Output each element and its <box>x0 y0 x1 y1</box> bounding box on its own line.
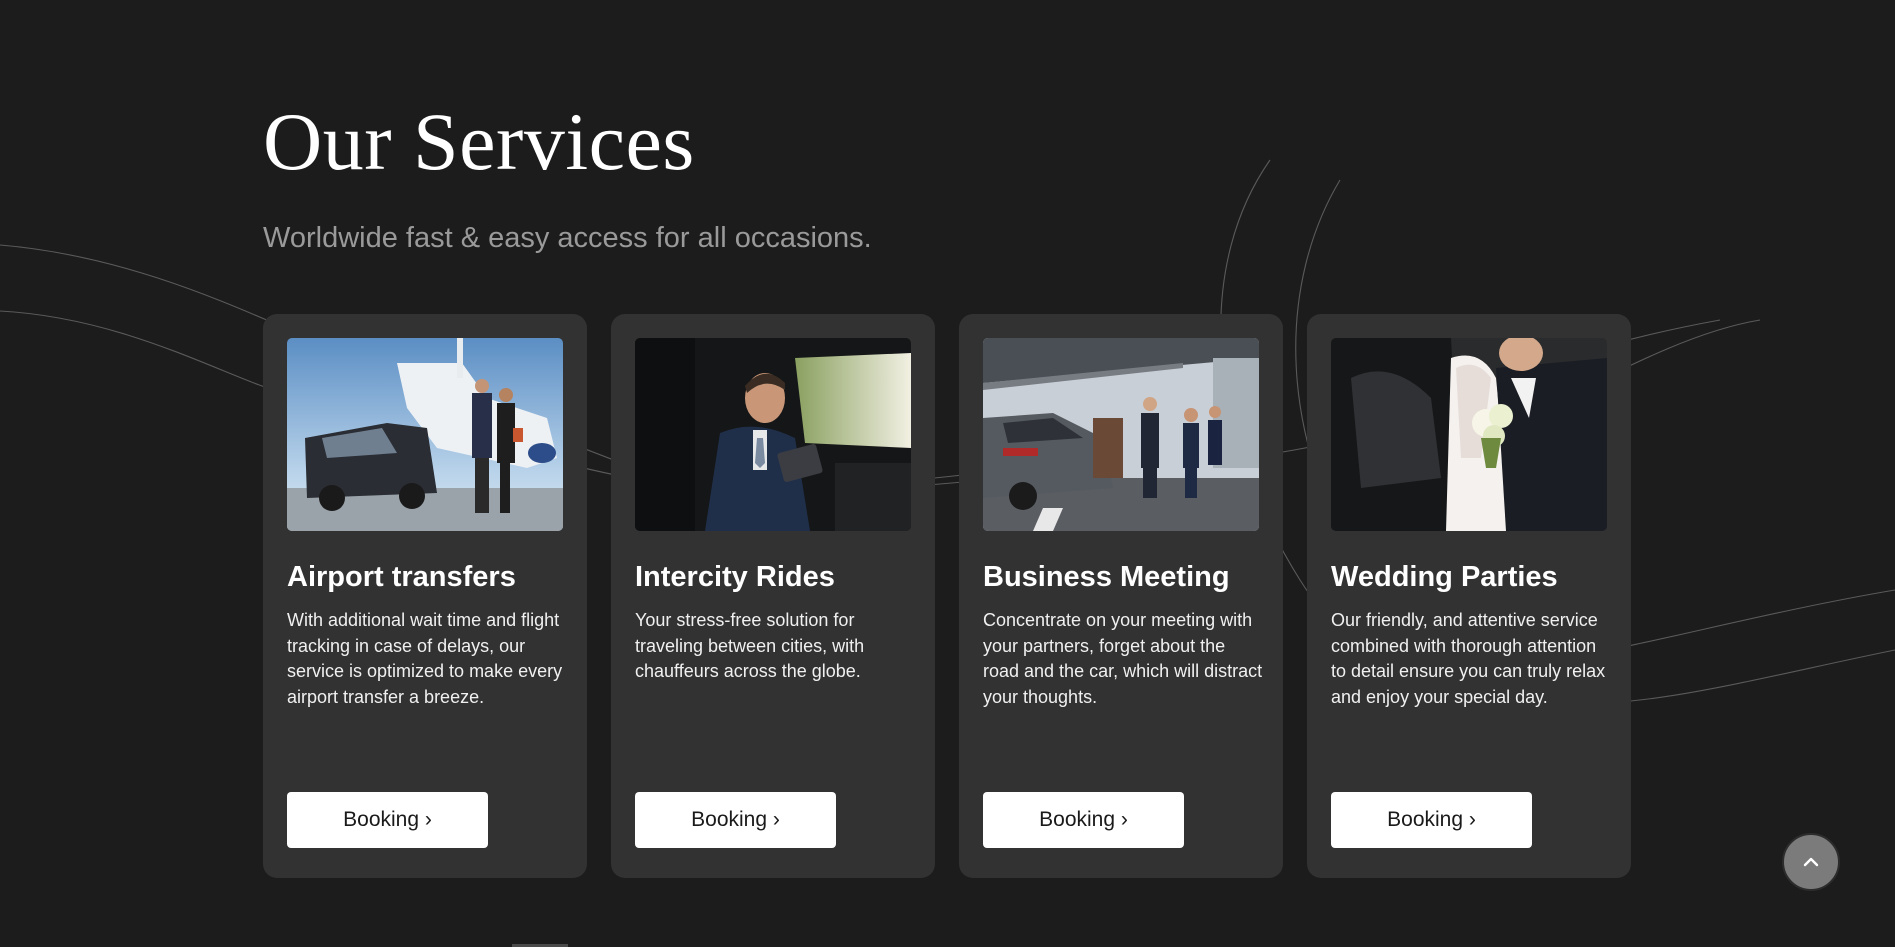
scroll-to-top-button[interactable] <box>1782 833 1840 891</box>
service-description: Your stress-free solution for traveling … <box>635 610 865 681</box>
service-title: Wedding Parties <box>1331 561 1558 593</box>
service-image <box>1331 338 1607 531</box>
section-subtitle: Worldwide fast & easy access for all occ… <box>263 222 872 254</box>
booking-button[interactable]: Booking › <box>1331 792 1532 848</box>
service-description: Our friendly, and attentive service comb… <box>1331 610 1606 707</box>
booking-button[interactable]: Booking › <box>287 792 488 848</box>
service-title: Airport transfers <box>287 561 516 593</box>
service-image <box>287 338 563 531</box>
booking-button[interactable]: Booking › <box>983 792 1184 848</box>
wedding-party-photo <box>1331 338 1607 531</box>
services-page: Our Services Worldwide fast & easy acces… <box>0 0 1895 947</box>
service-card-intercity-rides: Intercity Rides Your stress-free solutio… <box>611 314 935 878</box>
service-description: With additional wait time and flight tra… <box>287 610 563 707</box>
service-title: Intercity Rides <box>635 561 835 593</box>
service-description: Concentrate on your meeting with your pa… <box>983 610 1263 707</box>
airport-transfer-photo <box>287 338 563 531</box>
service-cards: Airport transfers With additional wait t… <box>263 314 1633 878</box>
service-card-wedding-parties: Wedding Parties Our friendly, and attent… <box>1307 314 1631 878</box>
business-meeting-photo <box>983 338 1259 531</box>
service-title: Business Meeting <box>983 561 1230 593</box>
booking-button[interactable]: Booking › <box>635 792 836 848</box>
service-image <box>983 338 1259 531</box>
section-title: Our Services <box>263 96 695 187</box>
intercity-ride-photo <box>635 338 911 531</box>
service-card-business-meeting: Business Meeting Concentrate on your mee… <box>959 314 1283 878</box>
service-card-airport-transfers: Airport transfers With additional wait t… <box>263 314 587 878</box>
chevron-up-icon <box>1803 857 1819 867</box>
service-image <box>635 338 911 531</box>
